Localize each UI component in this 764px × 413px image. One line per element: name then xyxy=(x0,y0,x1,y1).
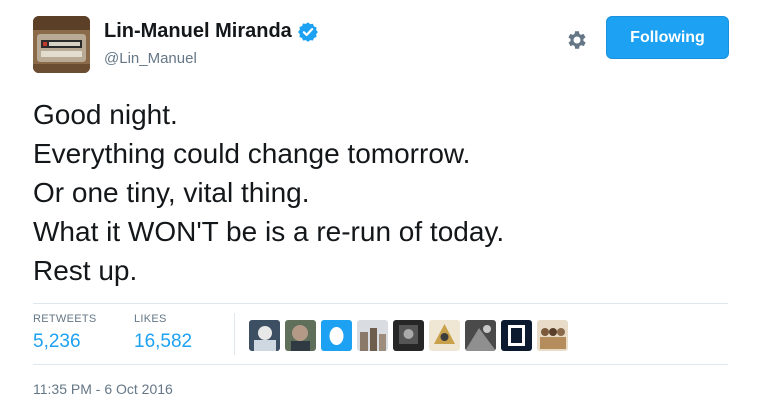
following-button[interactable]: Following xyxy=(606,16,729,59)
tweet-line: Or one tiny, vital thing. xyxy=(33,177,310,208)
stats-top-divider xyxy=(33,303,728,304)
likes-label: LIKES xyxy=(134,313,167,325)
liker-avatar[interactable] xyxy=(501,320,532,351)
liker-avatar[interactable] xyxy=(321,320,352,351)
tweet-line: Everything could change tomorrow. xyxy=(33,138,471,169)
liker-avatar[interactable] xyxy=(537,320,568,351)
liker-avatar[interactable] xyxy=(249,320,280,351)
gear-icon[interactable] xyxy=(565,28,589,52)
author-name[interactable]: Lin-Manuel Miranda xyxy=(104,20,319,43)
likers-facepile xyxy=(249,320,573,351)
retweets-label: RETWEETS xyxy=(33,313,97,325)
liker-avatar[interactable] xyxy=(285,320,316,351)
author-handle[interactable]: @Lin_Manuel xyxy=(104,50,197,67)
liker-avatar[interactable] xyxy=(465,320,496,351)
retweets-count[interactable]: 5,236 xyxy=(33,331,97,353)
tweet-line: What it WON'T be is a re-run of today. xyxy=(33,216,505,247)
verified-badge-icon xyxy=(297,21,319,43)
tweet-text: Good night. Everything could change tomo… xyxy=(33,95,733,290)
liker-avatar[interactable] xyxy=(357,320,388,351)
likes-count[interactable]: 16,582 xyxy=(134,331,192,353)
liker-avatar[interactable] xyxy=(429,320,460,351)
tweet-line: Good night. xyxy=(33,99,178,130)
author-name-text: Lin-Manuel Miranda xyxy=(104,20,292,42)
stats-bottom-divider xyxy=(33,364,728,365)
likes-stat[interactable]: LIKES 16,582 xyxy=(134,313,192,353)
following-button-label: Following xyxy=(630,28,705,46)
tweet-timestamp[interactable]: 11:35 PM - 6 Oct 2016 xyxy=(33,381,173,397)
author-avatar[interactable] xyxy=(33,16,90,73)
tweet-line: Rest up. xyxy=(33,255,138,286)
stats-separator xyxy=(234,313,235,355)
author-avatar-image xyxy=(33,16,90,73)
liker-avatar[interactable] xyxy=(393,320,424,351)
retweets-stat[interactable]: RETWEETS 5,236 xyxy=(33,313,97,353)
